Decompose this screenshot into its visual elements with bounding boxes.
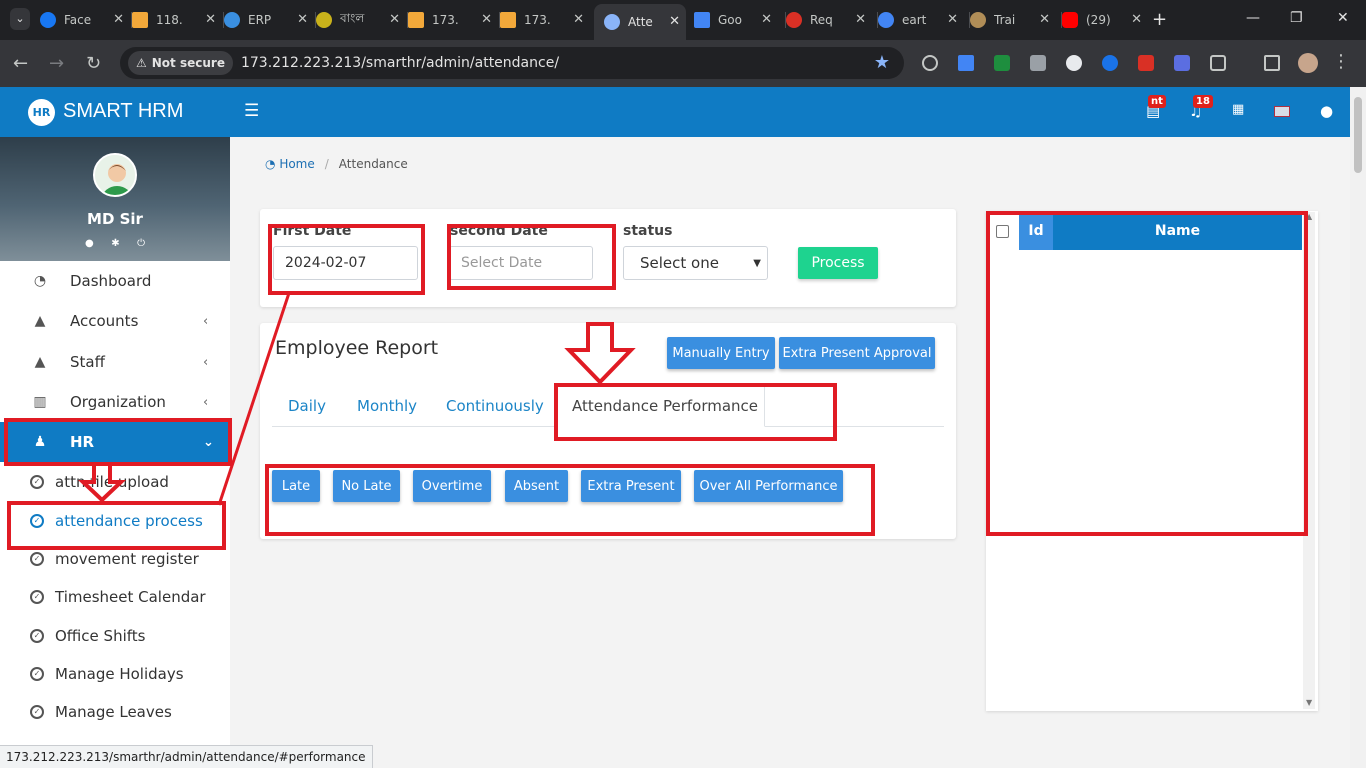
link-status-bar: 173.212.223.213/smarthr/admin/attendance…	[0, 745, 373, 768]
annotation-line	[217, 292, 291, 506]
annotation-arrows	[77, 292, 636, 506]
down-arrow-icon	[564, 322, 636, 385]
down-arrow-icon	[77, 462, 127, 503]
